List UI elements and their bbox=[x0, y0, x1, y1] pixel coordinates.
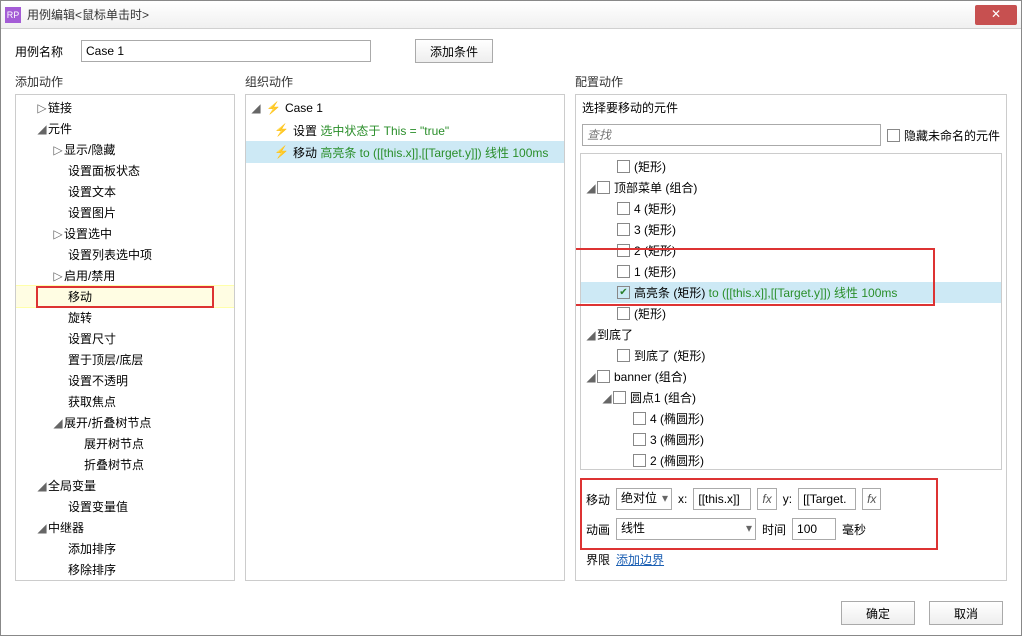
x-input[interactable] bbox=[693, 488, 751, 510]
case-name-label: 用例名称 bbox=[15, 43, 71, 60]
tree-item-bottom[interactable]: 到底了 bbox=[597, 326, 633, 343]
action-show-hide[interactable]: 显示/隐藏 bbox=[64, 141, 115, 158]
action-set-var[interactable]: 设置变量值 bbox=[68, 498, 128, 515]
tree-item[interactable]: 2 (椭圆形) bbox=[650, 452, 704, 469]
tree-item[interactable]: 4 (椭圆形) bbox=[650, 410, 704, 427]
action-set-list[interactable]: 设置列表选中项 bbox=[68, 246, 152, 263]
bounds-label: 界限 bbox=[586, 551, 610, 568]
tree-item[interactable]: 2 (矩形) bbox=[634, 242, 676, 259]
action-move[interactable]: 移动 bbox=[68, 288, 92, 305]
fx-button-x[interactable]: fx bbox=[757, 488, 776, 510]
add-action-tree[interactable]: ▷链接 ◢元件 ▷显示/隐藏 设置面板状态 设置文本 设置图片 ▷设置选中 设置… bbox=[16, 95, 234, 580]
add-bounds-link[interactable]: 添加边界 bbox=[616, 551, 664, 568]
action-set-text[interactable]: 设置文本 bbox=[68, 183, 116, 200]
titlebar: RP 用例编辑<鼠标单击时> ✕ bbox=[1, 1, 1021, 29]
add-condition-button[interactable]: 添加条件 bbox=[415, 39, 493, 63]
y-input[interactable] bbox=[798, 488, 856, 510]
config-action-header: 配置动作 bbox=[575, 69, 1007, 94]
org-actions-tree[interactable]: ◢⚡Case 1 ⚡设置 选中状态于 This = "true" ⚡移动 高亮条… bbox=[246, 95, 564, 580]
close-button[interactable]: ✕ bbox=[975, 5, 1017, 25]
action-front-back[interactable]: 置于顶层/底层 bbox=[68, 351, 143, 368]
action-set-size[interactable]: 设置尺寸 bbox=[68, 330, 116, 347]
action-tree-node[interactable]: 展开/折叠树节点 bbox=[64, 414, 151, 431]
expander-icon[interactable]: ▷ bbox=[36, 101, 48, 115]
action-rotate[interactable]: 旋转 bbox=[68, 309, 92, 326]
org-set-action[interactable]: 设置 选中状态于 This = "true" bbox=[293, 122, 449, 139]
org-move-action[interactable]: 移动 高亮条 to ([[this.x]],[[Target.y]]) 线性 1… bbox=[293, 144, 548, 161]
action-set-panel[interactable]: 设置面板状态 bbox=[68, 162, 140, 179]
tree-item[interactable]: (矩形) bbox=[634, 158, 666, 175]
tree-item[interactable]: (矩形) bbox=[634, 305, 666, 322]
y-label: y: bbox=[783, 492, 792, 506]
tree-item[interactable]: 3 (椭圆形) bbox=[650, 431, 704, 448]
anim-label: 动画 bbox=[586, 521, 610, 538]
app-icon: RP bbox=[5, 7, 21, 23]
window-title: 用例编辑<鼠标单击时> bbox=[27, 6, 975, 23]
org-action-header: 组织动作 bbox=[245, 69, 565, 94]
widget-tree[interactable]: (矩形) ◢顶部菜单 (组合) 4 (矩形) 3 (矩形) 2 (矩形) 1 (… bbox=[581, 154, 1001, 469]
tree-item-banner[interactable]: banner (组合) bbox=[614, 368, 687, 385]
dialog-footer: 确定 取消 bbox=[1, 591, 1021, 635]
action-collapse-tree[interactable]: 折叠树节点 bbox=[84, 456, 144, 473]
add-action-header: 添加动作 bbox=[15, 69, 235, 94]
checkbox-checked[interactable] bbox=[617, 286, 630, 299]
tree-item[interactable]: 3 (矩形) bbox=[634, 221, 676, 238]
action-expand-tree[interactable]: 展开树节点 bbox=[84, 435, 144, 452]
tree-item-dot[interactable]: 圆点1 (组合) bbox=[630, 389, 696, 406]
cancel-button[interactable]: 取消 bbox=[929, 601, 1003, 625]
tree-item[interactable]: 到底了 (矩形) bbox=[634, 347, 705, 364]
anim-select[interactable]: 线性 bbox=[616, 518, 756, 540]
case-editor-window: RP 用例编辑<鼠标单击时> ✕ 用例名称 添加条件 添加动作 ▷链接 ◢元件 … bbox=[0, 0, 1022, 636]
tree-group-links[interactable]: 链接 bbox=[48, 99, 72, 116]
time-label: 时间 bbox=[762, 521, 786, 538]
tree-group-globals[interactable]: 全局变量 bbox=[48, 477, 96, 494]
case-name-row: 用例名称 添加条件 bbox=[1, 29, 1021, 69]
action-set-selected[interactable]: 设置选中 bbox=[64, 225, 112, 242]
bolt-icon: ⚡ bbox=[274, 145, 289, 159]
hide-unnamed-toggle[interactable]: 隐藏未命名的元件 bbox=[887, 127, 1000, 144]
action-add-sort[interactable]: 添加排序 bbox=[68, 540, 116, 557]
search-input[interactable] bbox=[582, 124, 881, 146]
action-opacity[interactable]: 设置不透明 bbox=[68, 372, 128, 389]
action-focus[interactable]: 获取焦点 bbox=[68, 393, 116, 410]
expander-icon[interactable]: ◢ bbox=[36, 122, 48, 136]
time-unit: 毫秒 bbox=[842, 521, 866, 538]
x-label: x: bbox=[678, 492, 687, 506]
fx-button-y[interactable]: fx bbox=[862, 488, 881, 510]
ok-button[interactable]: 确定 bbox=[841, 601, 915, 625]
action-set-image[interactable]: 设置图片 bbox=[68, 204, 116, 221]
tree-item-topmenu[interactable]: 顶部菜单 (组合) bbox=[614, 179, 697, 196]
move-label: 移动 bbox=[586, 491, 610, 508]
tree-group-widgets[interactable]: 元件 bbox=[48, 120, 72, 137]
action-remove-sort[interactable]: 移除排序 bbox=[68, 561, 116, 578]
tree-group-repeater[interactable]: 中继器 bbox=[48, 519, 84, 536]
case-name-input[interactable] bbox=[81, 40, 371, 62]
org-case-label[interactable]: Case 1 bbox=[285, 101, 323, 115]
config-select-title: 选择要移动的元件 bbox=[576, 95, 1006, 120]
time-input[interactable] bbox=[792, 518, 836, 540]
tree-item-highlight[interactable]: 高亮条 (矩形) to ([[this.x]],[[Target.y]]) 线性… bbox=[634, 284, 897, 301]
case-icon: ⚡ bbox=[266, 101, 281, 115]
tree-item[interactable]: 1 (矩形) bbox=[634, 263, 676, 280]
tree-item[interactable]: 4 (矩形) bbox=[634, 200, 676, 217]
action-enable[interactable]: 启用/禁用 bbox=[64, 267, 115, 284]
bolt-icon: ⚡ bbox=[274, 123, 289, 137]
move-mode-select[interactable]: 绝对位 bbox=[616, 488, 672, 510]
